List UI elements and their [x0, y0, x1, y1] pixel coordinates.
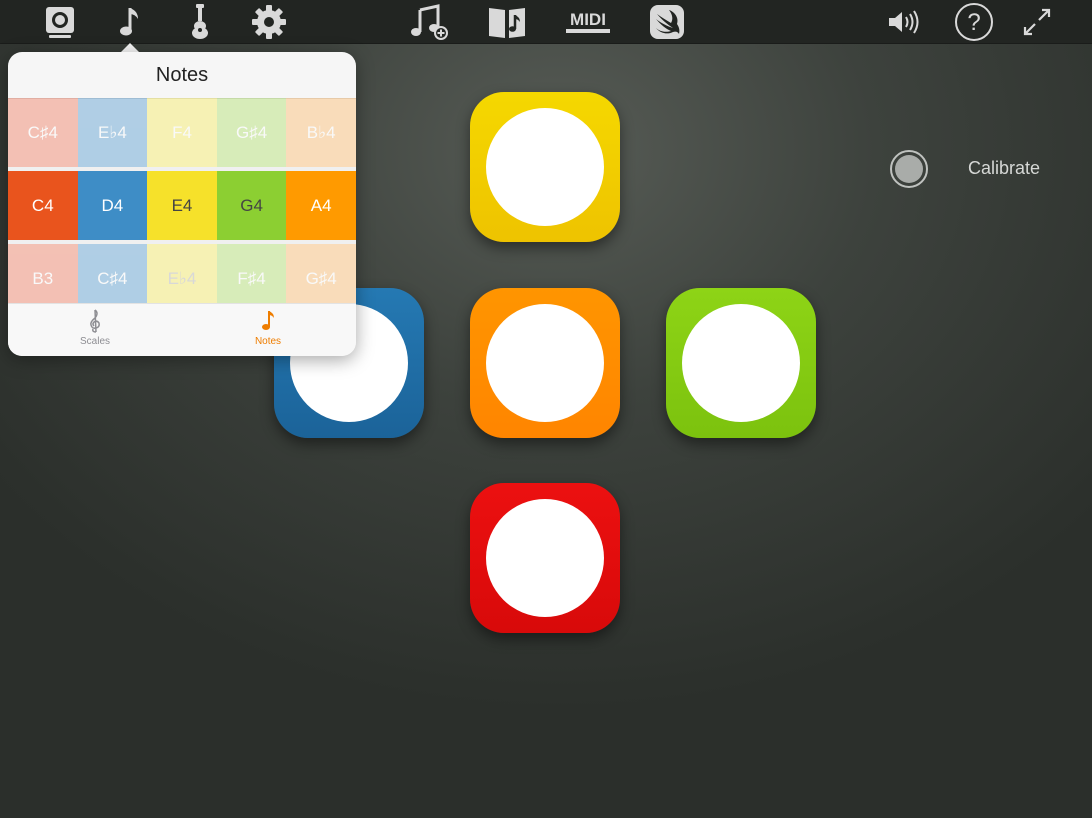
pad-right-green[interactable]	[666, 288, 816, 438]
swift-playground-button[interactable]	[643, 0, 691, 43]
speaker-icon	[889, 9, 919, 34]
fullscreen-button[interactable]	[1013, 0, 1061, 43]
pad-hole	[486, 304, 604, 422]
tab-scales-label: Scales	[79, 336, 110, 347]
treble-clef-icon	[90, 309, 100, 333]
midi-button[interactable]: MIDI	[564, 0, 612, 43]
camera-icon	[46, 6, 74, 38]
tab-notes[interactable]: Notes	[208, 308, 328, 347]
note-cell[interactable]: C♯4	[8, 98, 78, 167]
note-grid: C♯4 E♭4 F4 G♯4 B♭4 C4 D4 E4 G4 A4 B3 C♯4 E♭4 F♯4 G♯4	[8, 98, 356, 313]
pad-center-orange[interactable]	[470, 288, 620, 438]
pad-hole	[486, 108, 604, 226]
pad-top-yellow[interactable]	[470, 92, 620, 242]
pad-bottom-red[interactable]	[470, 483, 620, 633]
pad-hole	[486, 499, 604, 617]
volume-button[interactable]	[880, 0, 928, 43]
camera-button[interactable]	[36, 0, 84, 43]
note-row: C4 D4 E4 G4 A4	[8, 167, 356, 240]
calibrate-knob-dot	[895, 155, 923, 183]
gear-icon	[252, 4, 286, 39]
top-toolbar: MIDI ?	[0, 0, 1092, 52]
calibrate-label[interactable]: Calibrate	[968, 158, 1040, 179]
music-note-icon	[262, 311, 274, 330]
pad-hole	[682, 304, 800, 422]
note-cell[interactable]: G♯4	[216, 98, 287, 167]
settings-button[interactable]	[245, 0, 293, 43]
note-row: C♯4 E♭4 F4 G♯4 B♭4	[8, 98, 356, 167]
notes-menu-button[interactable]	[106, 0, 154, 52]
music-add-icon	[411, 3, 448, 40]
svg-text:?: ?	[967, 9, 980, 36]
midi-icon: MIDI	[566, 10, 610, 33]
note-cell[interactable]: A4	[286, 171, 356, 240]
help-icon: ?	[955, 2, 993, 41]
note-cell[interactable]: D4	[77, 171, 148, 240]
note-cell[interactable]: C4	[8, 171, 78, 240]
note-cell[interactable]: B♭4	[286, 98, 356, 167]
help-button[interactable]: ?	[950, 0, 998, 43]
add-song-button[interactable]	[405, 0, 453, 43]
tab-notes-label: Notes	[254, 336, 282, 347]
svg-text:MIDI: MIDI	[570, 10, 606, 29]
instrument-button[interactable]	[176, 0, 224, 43]
guitar-icon	[192, 3, 208, 39]
note-cell[interactable]: E♭4	[77, 98, 148, 167]
note-cell[interactable]: G4	[216, 171, 287, 240]
tab-scales[interactable]: Scales	[35, 308, 155, 347]
popover-tabbar: Scales Notes	[8, 303, 356, 356]
swift-icon	[650, 4, 684, 39]
popover-title: Notes	[8, 52, 356, 99]
songbook-button[interactable]	[483, 0, 531, 43]
calibrate-knob[interactable]	[890, 150, 928, 188]
expand-icon	[1023, 8, 1051, 35]
notes-popover: Notes C♯4 E♭4 F4 G♯4 B♭4 C4 D4 E4 G4 A4 B3 C♯4 E♭4 F♯…	[8, 52, 356, 356]
note-cell[interactable]: E4	[147, 171, 217, 240]
music-note-icon	[120, 7, 138, 35]
note-cell[interactable]: F4	[147, 98, 217, 167]
songbook-icon	[489, 7, 525, 38]
